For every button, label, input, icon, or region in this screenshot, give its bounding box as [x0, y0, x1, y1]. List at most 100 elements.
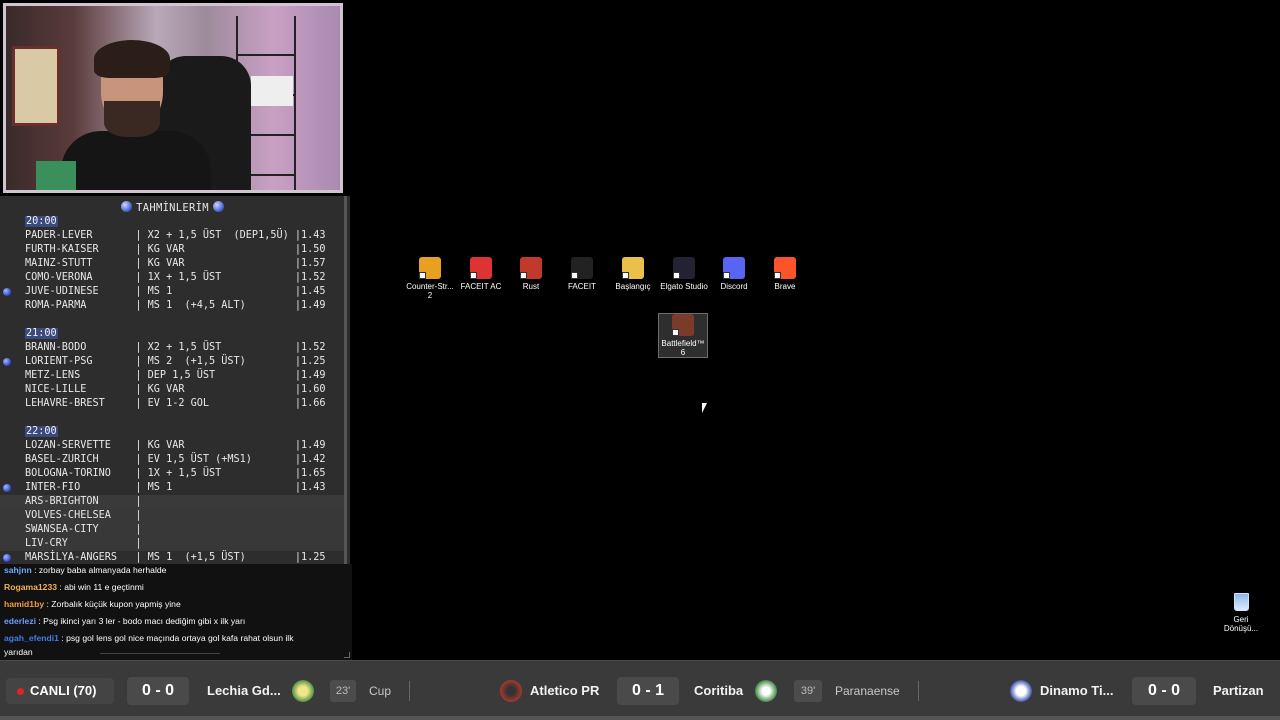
keyboard	[36, 161, 76, 190]
shortcut-arrow-icon	[520, 272, 527, 279]
kickoff-time: 21:00	[25, 328, 58, 339]
team-name: Atletico PR	[530, 683, 600, 698]
desktop-shortcut-label: Başlangıç	[615, 282, 651, 291]
shortcut-arrow-icon	[622, 272, 629, 279]
prediction-text: METZ-LENS | DEP 1,5 ÜST |1.49	[25, 370, 326, 381]
prediction-line	[0, 313, 345, 327]
desktop-shortcut-label: Elgato Studio	[660, 282, 708, 291]
chat-username[interactable]: hamid1by	[4, 599, 44, 609]
prediction-text: BOLOGNA-TORINO | 1X + 1,5 ÜST |1.65	[25, 468, 326, 479]
chat-username[interactable]: Rogama1233	[4, 582, 57, 592]
live-badge[interactable]: CANLI (70)	[6, 678, 114, 704]
league-name: Cup	[369, 684, 392, 698]
desktop-shortcut-label: FACEIT AC	[460, 282, 502, 291]
chat-text: yarıdan	[4, 647, 33, 657]
desktop-shortcut[interactable]: Başlangıç	[608, 257, 658, 291]
prediction-line: SWANSEA-CITY |	[0, 523, 345, 537]
resize-handle[interactable]	[344, 652, 350, 658]
ticker-separator	[918, 681, 919, 701]
desktop-shortcut[interactable]: Elgato Studio	[659, 257, 709, 291]
ticker-separator	[409, 681, 410, 701]
wall-sign	[251, 76, 293, 106]
prediction-text: INTER-FIO | MS 1 |1.43	[25, 482, 326, 493]
prediction-line: BOLOGNA-TORINO | 1X + 1,5 ÜST |1.65	[0, 467, 345, 481]
prediction-time-header: 20:00	[0, 215, 345, 229]
prediction-text: NICE-LILLE | KG VAR |1.60	[25, 384, 326, 395]
team-crest-icon	[1010, 680, 1032, 702]
prediction-line: PADER-LEVER | X2 + 1,5 ÜST (DEP1,5Ü) |1.…	[0, 229, 345, 243]
predictions-scrollbar[interactable]	[344, 196, 347, 564]
desktop-shortcut[interactable]: Rust	[506, 257, 556, 291]
folder-icon	[622, 257, 644, 279]
prediction-text: LEHAVRE-BREST | EV 1-2 GOL |1.66	[25, 398, 326, 409]
prediction-line: COMO-VERONA | 1X + 1,5 ÜST |1.52	[0, 271, 345, 285]
rust-icon	[520, 257, 542, 279]
desktop-shortcut[interactable]: FACEIT AC	[456, 257, 506, 291]
desktop-shortcut[interactable]: Battlefield™ 6	[658, 313, 708, 358]
prediction-line: INTER-FIO | MS 1 |1.43	[0, 481, 345, 495]
prediction-line	[0, 411, 345, 425]
prediction-line: LORIENT-PSG | MS 2 (+1,5 ÜST) |1.25	[0, 355, 345, 369]
chat-text: : Zorbalık küçük kupon yapmiş yine	[44, 599, 181, 609]
desktop-shortcut[interactable]: Discord	[709, 257, 759, 291]
recycle-bin[interactable]: Geri Dönüşü...	[1218, 593, 1264, 633]
prediction-line: VOLVES-CHELSEA |	[0, 509, 345, 523]
pick-marker-icon	[3, 358, 11, 366]
brave-icon	[774, 257, 796, 279]
team-name: Dinamo Ti...	[1040, 683, 1114, 698]
elgato-icon	[673, 257, 695, 279]
shortcut-arrow-icon	[673, 272, 680, 279]
recycle-bin-icon	[1233, 593, 1249, 611]
prediction-text: ARS-BRIGHTON |	[25, 496, 142, 507]
prediction-text: VOLVES-CHELSEA |	[25, 510, 142, 521]
prediction-line: LEHAVRE-BREST | EV 1-2 GOL |1.66	[0, 397, 345, 411]
desktop-shortcut-label: Rust	[522, 282, 540, 291]
shortcut-arrow-icon	[419, 272, 426, 279]
chat-message: hamid1by : Zorbalık küçük kupon yapmiş y…	[4, 599, 344, 609]
shortcut-arrow-icon	[723, 272, 730, 279]
league-name: Paranaense	[835, 684, 900, 698]
chat-username[interactable]: agah_efendi1	[4, 633, 59, 643]
chat-username[interactable]: sahjnn	[4, 565, 32, 575]
streamer-hair	[94, 40, 170, 78]
pick-marker-icon	[3, 484, 11, 492]
ticker-bottom-bar	[0, 716, 1280, 720]
desktop-shortcut-label: Counter-Str... 2	[406, 282, 454, 300]
shortcut-arrow-icon	[571, 272, 578, 279]
match-minute: 23'	[330, 680, 356, 702]
soccer-ball-icon	[212, 201, 224, 212]
chat-message: yarıdan	[4, 647, 344, 657]
match-score: 0 - 1	[617, 677, 679, 705]
streamer-beard	[104, 101, 160, 137]
prediction-text: BRANN-BODO | X2 + 1,5 ÜST |1.52	[25, 342, 326, 353]
desktop-shortcut[interactable]: Counter-Str... 2	[405, 257, 455, 300]
prediction-text: ROMA-PARMA | MS 1 (+4,5 ALT) |1.49	[25, 300, 326, 311]
desktop-shortcut-label: Battlefield™ 6	[661, 339, 705, 357]
desktop-shortcut[interactable]: FACEIT	[557, 257, 607, 291]
recycle-bin-label: Geri Dönüşü...	[1223, 615, 1259, 633]
kickoff-time: 20:00	[25, 216, 58, 227]
live-score-ticker: CANLI (70) 0 - 0 Lechia Gd... 23' Cup At…	[0, 660, 1280, 720]
prediction-line: FURTH-KAISER | KG VAR |1.50	[0, 243, 345, 257]
webcam-overlay	[3, 3, 343, 193]
desktop-shortcut-label: Discord	[720, 282, 748, 291]
predictions-panel: TAHMİNLERİM 20:00 PADER-LEVER | X2 + 1,5 …	[0, 196, 350, 564]
desktop-shortcut-label: FACEIT	[567, 282, 596, 291]
predictions-title: TAHMİNLERİM	[0, 201, 345, 214]
live-dot-icon	[17, 688, 24, 695]
prediction-text: FURTH-KAISER | KG VAR |1.50	[25, 244, 326, 255]
prediction-line: ARS-BRIGHTON |	[0, 495, 345, 509]
prediction-text: SWANSEA-CITY |	[25, 524, 142, 535]
chat-divider	[100, 653, 220, 654]
match-score: 0 - 0	[127, 677, 189, 705]
chat-username[interactable]: ederlezi	[4, 616, 36, 626]
prediction-line: ROMA-PARMA | MS 1 (+4,5 ALT) |1.49	[0, 299, 345, 313]
team-name: Lechia Gd...	[207, 683, 281, 698]
chat-panel: sahjnn : zorbay baba almanyada herhalde R…	[0, 564, 352, 660]
chat-message: Rogama1233 : abi win 11 e geçtinmi	[4, 582, 344, 592]
pick-marker-icon	[3, 554, 11, 562]
chat-text: : psg gol lens gol nice maçında ortaya g…	[58, 633, 294, 643]
desktop-shortcut[interactable]: Brave	[760, 257, 810, 291]
chat-message: sahjnn : zorbay baba almanyada herhalde	[4, 565, 344, 575]
counter-strike-icon	[419, 257, 441, 279]
